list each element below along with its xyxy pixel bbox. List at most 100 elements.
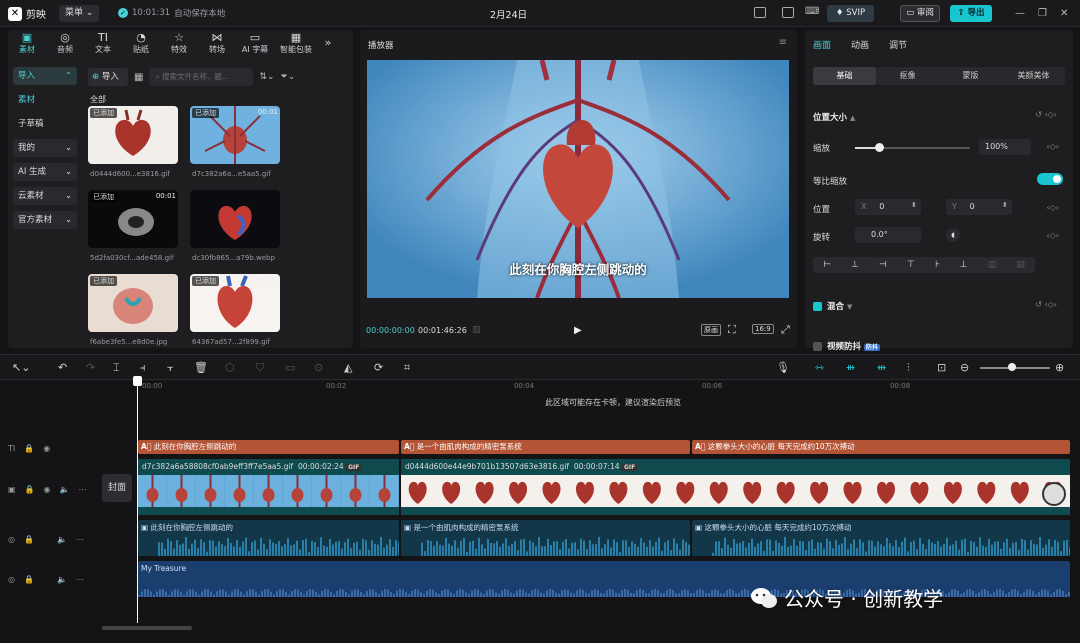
nav-cloud[interactable]: 云素材 ⌄ (13, 187, 77, 205)
more-icon[interactable]: ⋯ (76, 575, 84, 584)
speaker-icon[interactable]: 🔈 (60, 485, 70, 494)
blend-section[interactable]: 混合 ▼ (827, 300, 852, 312)
align-bottom-icon[interactable]: ⊥ (960, 260, 968, 270)
nav-material[interactable]: 素材 (13, 91, 77, 109)
menu-icon[interactable]: ≡ (779, 37, 787, 48)
close-icon[interactable]: ✕ (1060, 8, 1068, 19)
redo-icon[interactable]: ↷ (86, 361, 95, 374)
mirror-icon[interactable]: ◭ (344, 361, 352, 374)
rotate-dial-icon[interactable]: ◖ (946, 228, 960, 242)
timeline-scrollbar[interactable] (102, 626, 192, 630)
minimize-icon[interactable]: — (1015, 8, 1025, 19)
zoom-in-icon[interactable]: ⊕ (1055, 361, 1064, 374)
proportional-scale-toggle[interactable] (1037, 173, 1063, 185)
zoom-out-icon[interactable]: ⊖ (960, 361, 969, 374)
aspect-ratio-button[interactable]: 16:9 (752, 324, 774, 334)
restore-icon[interactable]: ❐ (1038, 8, 1047, 19)
media-item[interactable]: 已添加 00:01 (88, 106, 178, 164)
subtab-basic[interactable]: 基础 (813, 67, 876, 85)
text-clip[interactable]: A⃞ 此刻在你胸腔左侧跳动的 (138, 440, 399, 454)
crop-view-icon[interactable]: ⛶ (728, 323, 736, 337)
video-clip-header[interactable]: d0444d600e44e9b701b13507d63e3816.gif 00:… (401, 459, 1070, 475)
select-tool-icon[interactable]: ↖⌄ (12, 361, 30, 374)
tab-audio[interactable]: ◎ 音频 (46, 30, 84, 57)
tab-effects[interactable]: ☆ 特效 (160, 30, 198, 57)
distribute-v-icon[interactable]: ▤ (1016, 260, 1025, 270)
audio-clip[interactable]: ▣ 是一个由肌肉构成的精密泵系统 (401, 520, 690, 556)
speaker-icon[interactable]: 🔈 (57, 575, 67, 584)
tab-stickers[interactable]: ◔ 贴纸 (122, 30, 160, 57)
media-item[interactable] (190, 190, 280, 248)
nav-ai-generate[interactable]: AI 生成 ⌄ (13, 163, 77, 181)
more-icon[interactable]: ⋯ (76, 535, 84, 544)
distribute-h-icon[interactable]: ▥ (988, 260, 997, 270)
speaker-icon[interactable]: 🔈 (57, 535, 67, 544)
align-center-v-icon[interactable]: ⊦ (935, 260, 940, 270)
subtab-mask[interactable]: 蒙版 (939, 67, 1002, 85)
lock-icon[interactable]: 🔒 (24, 535, 34, 544)
import-button[interactable]: ⊕ 导入 (88, 68, 128, 86)
crop-icon[interactable]: ⌗ (404, 361, 410, 375)
timeline-ruler[interactable]: 00:00 00:02 00:04 00:06 00:08 (138, 381, 1080, 393)
video-clip-frames[interactable] (138, 475, 399, 507)
keyframe-icon[interactable]: ‹◇› (1046, 203, 1059, 212)
layout-icon[interactable] (754, 7, 766, 18)
grid-view-icon[interactable]: ▦ (134, 72, 143, 83)
split-left-icon[interactable]: ⫞ (140, 361, 146, 375)
undo-icon[interactable]: ↶ (58, 361, 67, 374)
video-clip-header[interactable]: d7c382a6a58808cf0ab9eff3ff7e5aa5.gif 00:… (138, 459, 399, 475)
main-track-magnet-icon[interactable]: ⇿ (815, 361, 824, 374)
nav-official[interactable]: 官方素材 ⌄ (13, 211, 77, 229)
preview-axis-icon[interactable]: ⫶ (907, 361, 910, 375)
y-stepper-icon[interactable]: ⬍ (1002, 201, 1008, 209)
nav-import[interactable]: 导入 ⌃ (13, 67, 77, 85)
split-right-icon[interactable]: ⫟ (167, 361, 174, 375)
svip-button[interactable]: ♦ SVIP (827, 5, 874, 22)
media-item[interactable]: 已添加 00:03 (190, 274, 280, 332)
media-item[interactable]: 已添加 00:01 (88, 190, 178, 248)
lock-icon[interactable]: 🔒 (25, 485, 35, 494)
reset-keyframe-icon[interactable]: ↺ ‹◇› (1035, 110, 1057, 119)
panels-icon[interactable] (782, 7, 794, 18)
fullscreen-icon[interactable]: ⤢ (781, 323, 790, 337)
menu-button[interactable]: 菜单 ⌄ (59, 5, 99, 22)
align-top-icon[interactable]: ⊤ (907, 260, 915, 270)
tab-smart-package[interactable]: ▦ 智能包装 (274, 30, 318, 57)
eye-icon[interactable]: ◉ (43, 444, 50, 453)
reverse-icon[interactable]: ⊙ (314, 361, 323, 374)
scale-slider-knob[interactable] (875, 143, 885, 152)
playhead[interactable] (137, 378, 138, 623)
tab-transitions[interactable]: ⋈ 转场 (198, 30, 236, 57)
align-right-icon[interactable]: ⊣ (879, 260, 887, 270)
microphone-icon[interactable]: 🎙 (776, 361, 790, 374)
nav-mine[interactable]: 我的 ⌄ (13, 139, 77, 157)
rotate-icon[interactable]: ⟳ (374, 361, 383, 374)
shortcut-icon[interactable]: ⌨ (805, 6, 819, 17)
mask-icon[interactable]: ⬡ (225, 361, 235, 374)
subtab-keying[interactable]: 抠像 (876, 67, 939, 85)
cover-button[interactable]: 封面 (102, 474, 132, 502)
zoom-slider-knob[interactable] (1008, 363, 1016, 371)
freeze-icon[interactable]: ▭ (285, 361, 295, 374)
stabilize-checkbox[interactable] (813, 342, 822, 351)
more-tabs-icon[interactable]: » (318, 30, 338, 57)
split-icon[interactable]: ⌶ (113, 361, 120, 375)
rotate-input[interactable]: 0.0° (855, 227, 921, 243)
align-left-icon[interactable]: ⊢ (823, 260, 831, 270)
nav-subdraft[interactable]: 子草稿 (13, 115, 77, 133)
tab-media[interactable]: ▣ 素材 (8, 30, 46, 57)
filter-icon[interactable]: ⏷⌄ (281, 72, 296, 82)
media-item[interactable]: 已添加 (88, 274, 178, 332)
shield-icon[interactable]: ⛉ (256, 361, 264, 375)
video-preview[interactable]: 此刻在你胸腔左侧跳动的 (367, 60, 789, 298)
text-clip[interactable]: A⃞ 是一个由肌肉构成的精密泵系统 (401, 440, 690, 454)
tab-picture[interactable]: 画面 (813, 38, 831, 51)
lock-icon[interactable]: 🔒 (24, 575, 34, 584)
text-clip[interactable]: A⃞ 这颗拳头大小的心脏 每天完成约10万次搏动 (692, 440, 1070, 454)
original-quality-button[interactable]: 原画 (701, 324, 721, 336)
timeline-mini-icon[interactable]: ▥ (472, 325, 481, 335)
delete-icon[interactable]: 🗑 (194, 361, 208, 374)
subtab-beauty[interactable]: 美颜美体 (1002, 67, 1065, 85)
tab-ai-captions[interactable]: ▭ AI 字幕 (236, 30, 274, 57)
tab-text[interactable]: TI 文本 (84, 30, 122, 57)
